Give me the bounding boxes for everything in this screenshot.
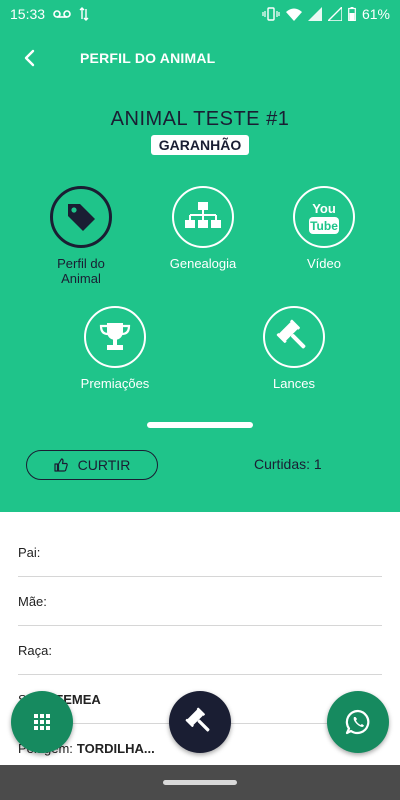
- whatsapp-button[interactable]: [327, 691, 389, 753]
- gavel-icon: [185, 707, 210, 732]
- battery-icon: [348, 7, 356, 21]
- page-title: PERFIL DO ANIMAL: [80, 50, 216, 66]
- status-time: 15:33: [10, 6, 46, 22]
- sex-badge: GARANHÃO: [151, 135, 249, 155]
- bid-button[interactable]: [169, 691, 231, 753]
- grid-icon: [34, 714, 50, 730]
- coat-value: TORDILHA...: [76, 741, 155, 756]
- trophy-icon: [99, 323, 131, 350]
- nav-label-awards: Premiações: [80, 376, 150, 391]
- likes-count: Curtidas: 1: [254, 456, 322, 472]
- youtube-icon: You Tube: [309, 201, 339, 234]
- signal-icon: [307, 7, 322, 21]
- animal-name: ANIMAL TESTE #1: [110, 108, 290, 130]
- menu-grid-button[interactable]: [11, 691, 73, 753]
- data-transfer-icon: [79, 7, 89, 21]
- svg-text:You: You: [312, 201, 336, 216]
- nav-label-profile: Perfil do Animal: [57, 256, 105, 286]
- page-indicator: [147, 422, 253, 428]
- nav-label-genealogy: Genealogia: [169, 256, 237, 271]
- app-bar: PERFIL DO ANIMAL: [0, 28, 400, 88]
- signal-icon-2: [327, 7, 342, 21]
- like-button[interactable]: CURTIR: [26, 450, 158, 480]
- nav-circle-profile: [50, 186, 112, 248]
- back-button[interactable]: [0, 28, 60, 88]
- father-label: Pai:: [18, 544, 41, 560]
- nav-circle-bids: [263, 306, 325, 368]
- status-left: 15:33: [10, 6, 89, 22]
- nav-item-awards[interactable]: Premiações: [55, 306, 175, 391]
- arrow-left-icon: [24, 49, 35, 67]
- nav-label-bids: Lances: [273, 376, 315, 391]
- detail-row-breed: Raça:: [18, 626, 382, 675]
- nav-circle-video: You Tube: [293, 186, 355, 248]
- like-button-label: CURTIR: [77, 457, 131, 473]
- nav-circle-awards: [84, 306, 146, 368]
- mother-label: Mãe:: [18, 593, 47, 609]
- animal-header: ANIMAL TESTE #1 GARANHÃO Perfil do Anima…: [0, 88, 400, 512]
- nav-item-profile[interactable]: Perfil do Animal: [21, 186, 141, 286]
- sitemap-icon: [185, 202, 221, 228]
- detail-row-mother: Mãe:: [18, 577, 382, 626]
- nav-item-genealogy[interactable]: Genealogia: [143, 186, 263, 271]
- status-right: 61%: [262, 6, 390, 22]
- gavel-icon: [276, 319, 306, 349]
- nav-circle-genealogy: [172, 186, 234, 248]
- nav-item-bids[interactable]: Lances: [234, 306, 354, 391]
- whatsapp-icon: [345, 709, 370, 735]
- battery-level: 61%: [361, 6, 390, 22]
- status-bar: 15:33 61%: [0, 0, 400, 28]
- nav-label-video: Vídeo: [307, 256, 341, 271]
- system-nav-bar: [0, 765, 400, 800]
- voicemail-icon: [53, 10, 71, 18]
- breed-label: Raça:: [18, 642, 52, 658]
- home-gesture-pill[interactable]: [163, 780, 237, 785]
- tag-icon: [68, 204, 95, 231]
- thumbs-up-icon: [54, 458, 68, 472]
- detail-row-father: Pai:: [18, 528, 382, 577]
- wifi-icon: [285, 8, 302, 21]
- vibrate-icon: [262, 7, 280, 21]
- nav-item-video[interactable]: You Tube Vídeo: [264, 186, 384, 271]
- svg-text:Tube: Tube: [310, 219, 338, 233]
